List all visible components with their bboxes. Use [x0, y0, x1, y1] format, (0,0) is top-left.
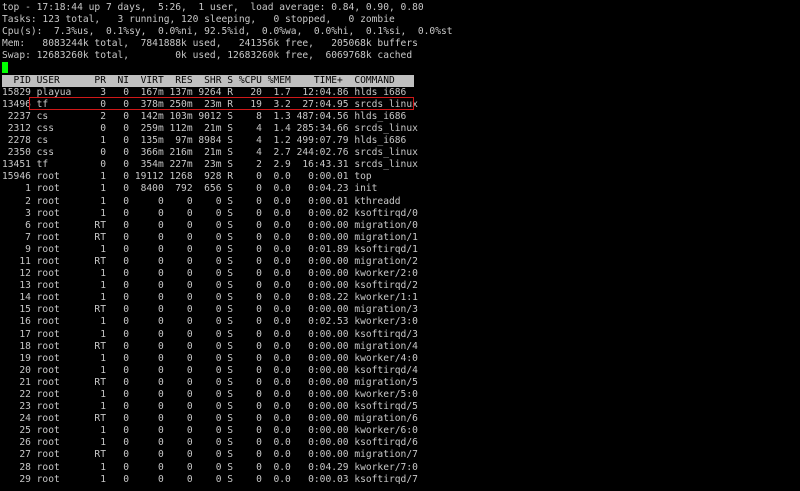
top-uptime-line: top - 17:18:44 up 7 days, 5:26, 1 user, … [2, 2, 424, 13]
process-row: 21 root RT 0 0 0 0 S 0 0.0 0:00.00 migra… [2, 376, 418, 388]
process-row: 29 root 1 0 0 0 0 S 0 0.0 0:00.03 ksofti… [2, 473, 418, 485]
process-row: 16 root 1 0 0 0 0 S 0 0.0 0:02.53 kworke… [2, 316, 418, 328]
process-row: 27 root RT 0 0 0 0 S 0 0.0 0:00.00 migra… [2, 449, 418, 461]
process-row: 2278 cs 1 0 135m 97m 8984 S 4 1.2 499:07… [2, 135, 407, 147]
process-row: 6 root RT 0 0 0 0 S 0 0.0 0:00.00 migrat… [2, 219, 418, 231]
process-row: 18 root RT 0 0 0 0 S 0 0.0 0:00.00 migra… [2, 340, 418, 352]
process-row: 20 root 1 0 0 0 0 S 0 0.0 0:00.00 ksofti… [2, 364, 418, 376]
process-row: 3 root 1 0 0 0 0 S 0 0.0 0:00.02 ksoftir… [2, 207, 418, 219]
process-table-header: PID USER PR NI VIRT RES SHR S %CPU %MEM … [2, 74, 414, 87]
process-row: 28 root 1 0 0 0 0 S 0 0.0 0:04.29 kworke… [2, 461, 418, 473]
process-row: 11 root RT 0 0 0 0 S 0 0.0 0:00.00 migra… [2, 255, 418, 267]
process-row: 12 root 1 0 0 0 0 S 0 0.0 0:00.00 kworke… [2, 268, 418, 280]
terminal-window[interactable]: top - 17:18:44 up 7 days, 5:26, 1 user, … [2, 2, 800, 491]
process-row: 2 root 1 0 0 0 0 S 0 0.0 0:00.01 kthread… [2, 195, 401, 207]
process-row: 23 root 1 0 0 0 0 S 0 0.0 0:00.00 ksofti… [2, 401, 418, 413]
command-prompt-line[interactable] [2, 62, 800, 74]
process-row: 15946 root 1 0 19112 1268 928 R 0 0.0 0:… [2, 171, 372, 183]
process-row: 13451 tf 0 0 354m 227m 23m S 2 2.9 16:43… [2, 159, 418, 171]
process-row: 13496 tf 0 0 378m 250m 23m R 19 3.2 27:0… [2, 98, 418, 110]
cpu-line: Cpu(s): 7.3%us, 0.1%sy, 0.0%ni, 92.5%id,… [2, 26, 453, 38]
process-row: 9 root 1 0 0 0 0 S 0 0.0 0:01.89 ksoftir… [2, 243, 418, 255]
process-list: 15829 playua 3 0 167m 137m 9264 R 20 1.7… [2, 87, 800, 486]
swap-line: Swap: 12683260k total, 0k used, 12683260… [2, 50, 413, 62]
process-row: 2237 cs 2 0 142m 103m 9012 S 8 1.3 487:0… [2, 110, 407, 122]
process-row: 7 root RT 0 0 0 0 S 0 0.0 0:00.00 migrat… [2, 231, 418, 243]
process-row: 2350 css 0 0 366m 216m 21m S 4 2.7 244:0… [2, 147, 418, 159]
process-row: 15829 playua 3 0 167m 137m 9264 R 20 1.7… [2, 86, 407, 98]
mem-line: Mem: 8083244k total, 7841888k used, 2413… [2, 38, 418, 50]
process-row: 25 root 1 0 0 0 0 S 0 0.0 0:00.00 kworke… [2, 425, 418, 437]
process-row: 26 root 1 0 0 0 0 S 0 0.0 0:00.00 ksofti… [2, 437, 418, 449]
process-row: 15 root RT 0 0 0 0 S 0 0.0 0:00.00 migra… [2, 304, 418, 316]
process-row: 22 root 1 0 0 0 0 S 0 0.0 0:00.00 kworke… [2, 389, 418, 400]
process-row: 17 root 1 0 0 0 0 S 0 0.0 0:00.00 ksofti… [2, 328, 418, 340]
process-row: 13 root 1 0 0 0 0 S 0 0.0 0:00.00 ksofti… [2, 280, 418, 292]
process-row: 19 root 1 0 0 0 0 S 0 0.0 0:00.00 kworke… [2, 352, 418, 364]
process-row: 1 root 1 0 8400 792 656 S 0 0.0 0:04.23 … [2, 183, 378, 195]
process-row: 14 root 1 0 0 0 0 S 0 0.0 0:08.22 kworke… [2, 292, 418, 304]
process-row: 2312 css 0 0 259m 112m 21m S 4 1.4 285:3… [2, 122, 418, 134]
process-row: 24 root RT 0 0 0 0 S 0 0.0 0:00.00 migra… [2, 413, 418, 425]
tasks-line: Tasks: 123 total, 3 running, 120 sleepin… [2, 14, 395, 26]
cursor [2, 62, 8, 74]
